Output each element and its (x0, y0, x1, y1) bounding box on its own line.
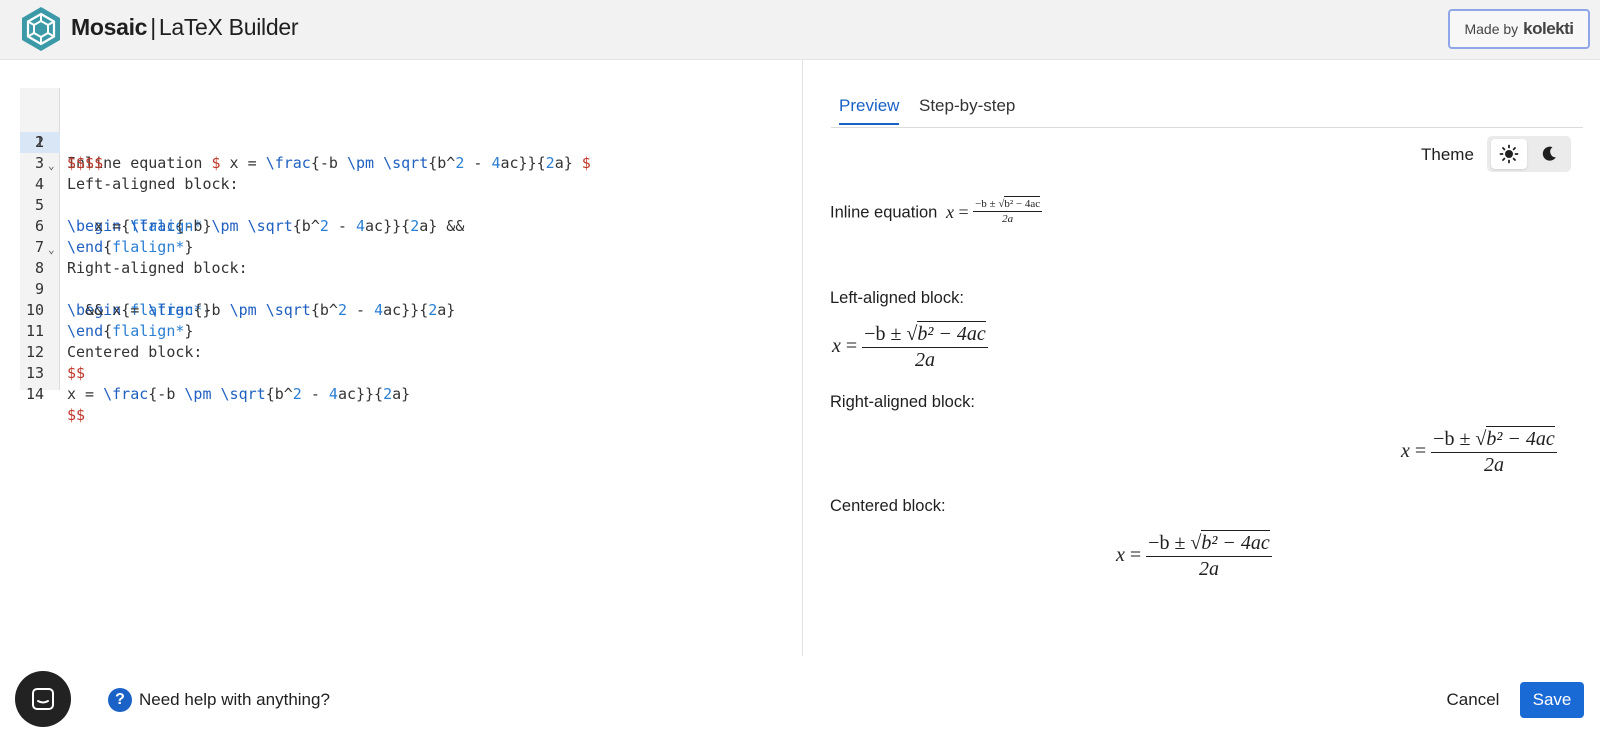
preview-inline-equation: Inline equation x = −b ± √b² − 4ac 2a (830, 196, 1043, 227)
inline-label: Inline equation (830, 203, 938, 222)
left-aligned-label: Left-aligned block: (830, 289, 964, 307)
math-radicand: b² − 4ac (1486, 426, 1555, 450)
math-denominator: 2a (1198, 558, 1219, 580)
made-by-prefix: Made by (1464, 21, 1519, 37)
panel-divider[interactable] (802, 60, 803, 656)
token-command: \pm (184, 385, 212, 403)
math-fraction: −b ± √b² − 4ac 2a (1431, 426, 1557, 477)
app-title: Mosaic | LaTeX Builder (71, 14, 298, 41)
line-number: 14 (25, 385, 44, 403)
token-text: {-b (148, 385, 185, 403)
code-line: 14 $$ (20, 363, 780, 424)
code-text: $$ (67, 405, 85, 426)
math-fraction: −b ± √b² − 4ac 2a (862, 321, 988, 372)
math-num-text: −b ± √ (1433, 428, 1487, 450)
math-var: x (832, 335, 841, 358)
math-radicand: b² − 4ac (1201, 530, 1270, 554)
brand-separator: | (150, 14, 156, 40)
code-line: 9 && x = \frac{-b \pm \sqrt{b^2 - 4ac}}{… (20, 258, 780, 319)
made-by-badge[interactable]: Made by kolekti (1448, 9, 1590, 49)
math-var: x (1116, 544, 1125, 567)
light-theme-button[interactable] (1491, 139, 1527, 169)
code-line: 1 Inline equation $ x = \frac{-b \pm \sq… (20, 90, 780, 172)
centered-label: Centered block: (830, 497, 946, 515)
help-icon[interactable]: ? (108, 688, 132, 712)
code-line: 2 $$$$ (20, 111, 780, 172)
latex-code-editor[interactable]: 1 Inline equation $ x = \frac{-b \pm \sq… (20, 88, 780, 424)
token-number: 2 (383, 385, 393, 403)
moon-icon (1542, 146, 1556, 161)
math-num-text: −b ± √ (864, 323, 918, 345)
cancel-button[interactable]: Cancel (1435, 682, 1511, 718)
math-numerator: −b ± √b² − 4ac (1146, 530, 1272, 557)
brand-product: LaTeX Builder (158, 14, 299, 40)
token-dollar: $$ (67, 406, 86, 424)
math-var: x (945, 201, 954, 222)
chat-launcher-button[interactable] (15, 671, 71, 727)
code-text: x = \frac{-b \pm \sqrt{b^2 - 4ac}}{2a} (67, 384, 410, 405)
token-number: 2 (292, 385, 302, 403)
math-radicand: b² − 4ac (1004, 196, 1041, 210)
code-line: 7 Right-aligned block: (20, 216, 780, 277)
token-text: a} (392, 385, 411, 403)
app-header: Mosaic | LaTeX Builder Made by kolekti (0, 0, 1600, 60)
math-eq: = (1414, 440, 1427, 463)
left-aligned-equation: x = −b ± √b² − 4ac 2a (832, 321, 988, 372)
inline-math: x = −b ± √b² − 4ac 2a (945, 196, 1043, 225)
math-fraction: −b ± √b² − 4ac 2a (1146, 530, 1272, 581)
token-command: \sqrt (220, 385, 266, 403)
math-num-text: −b ± √ (975, 198, 1005, 210)
mosaic-logo-icon (22, 7, 60, 51)
chat-icon (32, 688, 54, 710)
preview-tabs: Preview Step-by-step (831, 94, 1583, 128)
code-line: 6 \end{flalign*} (20, 195, 780, 256)
centered-equation: x = −b ± √b² − 4ac 2a (1116, 530, 1272, 581)
token-command: \frac (103, 385, 149, 403)
token-text: ac}}{ (337, 385, 384, 403)
right-aligned-label: Right-aligned block: (830, 393, 975, 411)
help-link[interactable]: Need help with anything? (139, 690, 330, 710)
code-line: 12 $$ (20, 321, 780, 382)
code-line: 5 x = \frac{-b \pm \sqrt{b^2 - 4ac}}{2a}… (20, 174, 780, 235)
theme-label: Theme (1421, 145, 1474, 164)
math-numerator: −b ± √b² − 4ac (1431, 426, 1557, 453)
token-number: 4 (328, 385, 338, 403)
code-line: 4 ⌄ \begin{flalign*} (20, 153, 780, 235)
save-button[interactable]: Save (1520, 682, 1584, 718)
math-denominator: 2a (1483, 454, 1504, 476)
math-denominator: 2a (914, 349, 935, 371)
token-text: x = (67, 385, 104, 403)
math-radicand: b² − 4ac (917, 321, 986, 345)
code-line: 3 Left-aligned block: (20, 132, 780, 193)
math-denominator: 2a (1002, 213, 1014, 225)
fold-chevron-icon[interactable]: ⌄ (48, 155, 55, 176)
token-text: - (301, 385, 329, 403)
math-eq: = (1129, 544, 1142, 567)
theme-toggle (1487, 136, 1571, 172)
kolekti-logo: kolekti (1523, 19, 1574, 38)
tab-preview[interactable]: Preview (839, 96, 900, 125)
math-numerator: −b ± √b² − 4ac (973, 196, 1043, 212)
math-eq: = (845, 335, 858, 358)
token-text: {b^ (265, 385, 293, 403)
code-line: 11 Centered block: (20, 300, 780, 361)
tab-step-by-step[interactable]: Step-by-step (919, 96, 1015, 123)
math-fraction: −b ± √b² − 4ac 2a (973, 196, 1043, 225)
dark-theme-button[interactable] (1531, 139, 1567, 169)
math-eq: = (958, 201, 969, 222)
brand-name: Mosaic (71, 14, 148, 40)
right-aligned-equation: x = −b ± √b² − 4ac 2a (1401, 426, 1557, 477)
code-line: 10 \end{flalign*} (20, 279, 780, 340)
math-num-text: −b ± √ (1148, 532, 1202, 554)
sun-icon (1499, 144, 1519, 164)
code-line: 8 ⌄ \begin{flalign*} (20, 237, 780, 319)
math-numerator: −b ± √b² − 4ac (862, 321, 988, 348)
code-line: 13 x = \frac{-b \pm \sqrt{b^2 - 4ac}}{2a… (20, 342, 780, 403)
fold-chevron-icon[interactable]: ⌄ (48, 239, 55, 260)
math-var: x (1401, 440, 1410, 463)
